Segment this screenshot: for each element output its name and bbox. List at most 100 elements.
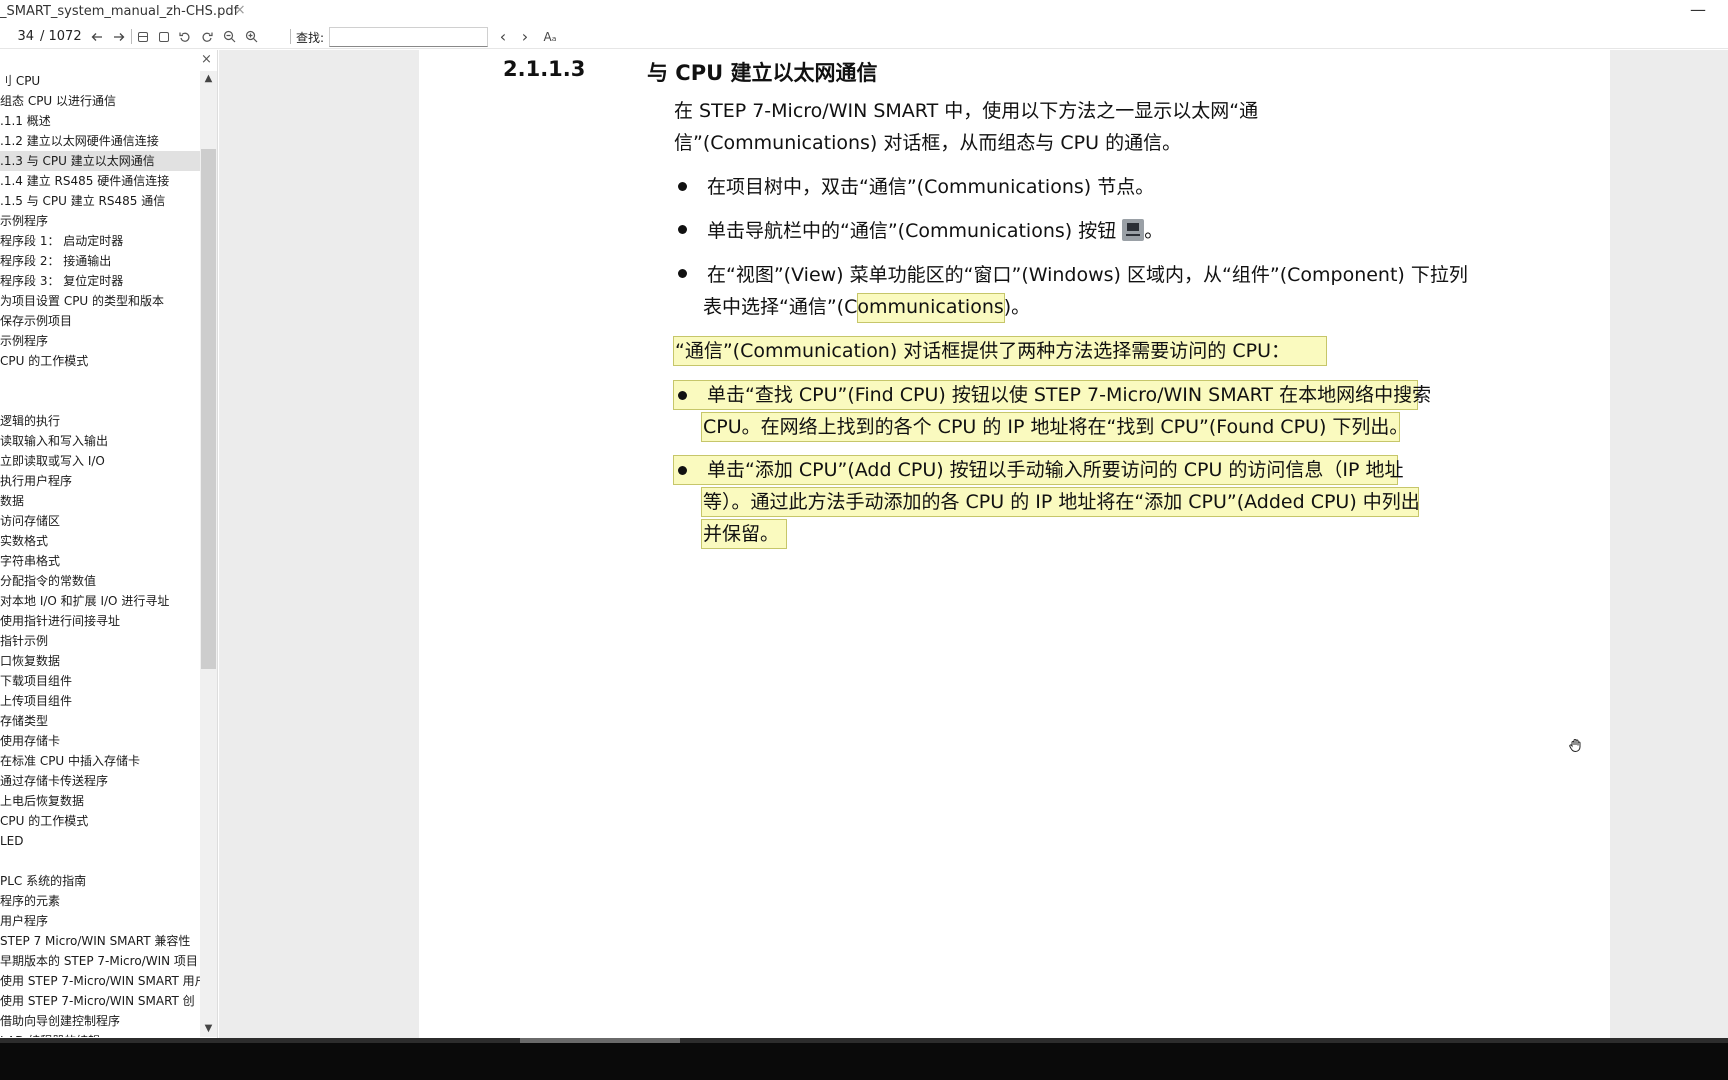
bullet-text-part: mmunications)。	[869, 296, 1031, 318]
section-heading: 与 CPU 建立以太网通信	[647, 61, 878, 85]
toc-item[interactable]: .1.5 与 CPU 建立 RS485 通信	[0, 191, 200, 211]
intro-line: 信”(Communications) 对话框，从而组态与 CPU 的通信。	[674, 132, 1182, 154]
toc-item[interactable]: 逻辑的执行	[0, 411, 200, 431]
toc-item[interactable]: LAD 编程器的编辑	[0, 1031, 200, 1037]
fit-width-button[interactable]	[134, 27, 152, 46]
toc-item[interactable]: 执行用户程序	[0, 471, 200, 491]
close-tab-icon[interactable]: ×	[234, 2, 246, 18]
toc-item[interactable]: 实数格式	[0, 531, 200, 551]
toc-item[interactable]: 口恢复数据	[0, 651, 200, 671]
document-tab-title[interactable]: _SMART_system_manual_zh-CHS.pdf	[0, 4, 238, 19]
scroll-up-icon[interactable]: ▲	[200, 71, 217, 87]
toc-spacer	[0, 391, 200, 411]
toc-item[interactable]: 用户程序	[0, 911, 200, 931]
toc-item[interactable]: 上传项目组件	[0, 691, 200, 711]
page-number-input[interactable]	[0, 27, 36, 46]
arrow-left-icon	[91, 32, 102, 41]
toc-item[interactable]: CPU 的工作模式	[0, 351, 200, 371]
back-button[interactable]	[88, 27, 106, 46]
toc-item[interactable]: .1.3 与 CPU 建立以太网通信	[0, 151, 200, 171]
find-input[interactable]	[329, 27, 488, 47]
toc-item[interactable]: 对本地 I/O 和扩展 I/O 进行寻址	[0, 591, 200, 611]
forward-button[interactable]	[110, 27, 128, 46]
bullet-text-part: 。	[1144, 220, 1164, 242]
match-case-button[interactable]: Aₐ	[540, 27, 560, 46]
toc-item[interactable]: CPU 的工作模式	[0, 811, 200, 831]
find-previous-button[interactable]: ‹	[496, 27, 510, 46]
bookmarks-sidebar: × 刂 CPU 组态 CPU 以进行通信 .1.1 概述 .1.2 建立以太网硬件通信…	[0, 50, 218, 1038]
toc-item[interactable]: 访问存储区	[0, 511, 200, 531]
toc-item[interactable]: 立即读取或写入 I/O	[0, 451, 200, 471]
toc-item[interactable]: 存储类型	[0, 711, 200, 731]
highlighted-bullet-text: 并保留。	[703, 523, 780, 545]
rotate-right-icon	[202, 32, 213, 42]
bullet-text: 单击导航栏中的“通信”(Communications) 按钮 。	[707, 218, 1163, 244]
highlighted-paragraph: “通信”(Communication) 对话框提供了两种方法选择需要访问的 CP…	[675, 340, 1290, 362]
toc-item[interactable]: 借助向导创建控制程序	[0, 1011, 200, 1031]
toc-item[interactable]: 分配指令的常数值	[0, 571, 200, 591]
minimize-icon[interactable]: —	[1690, 0, 1706, 19]
toc-item[interactable]: .1.4 建立 RS485 硬件通信连接	[0, 171, 200, 191]
toc-item[interactable]: 在标准 CPU 中插入存储卡	[0, 751, 200, 771]
toc-item[interactable]: 指针示例	[0, 631, 200, 651]
table-of-contents: 刂 CPU 组态 CPU 以进行通信 .1.1 概述 .1.2 建立以太网硬件通信连接…	[0, 71, 200, 1037]
close-sidebar-icon[interactable]: ×	[201, 52, 212, 67]
document-viewer[interactable]: 2.1.1.3 与 CPU 建立以太网通信 在 STEP 7-Micro/WIN…	[219, 50, 1728, 1038]
toc-item[interactable]: 字符串格式	[0, 551, 200, 571]
intro-line: 在 STEP 7-Micro/WIN SMART 中，使用以下方法之一显示以太网…	[674, 100, 1259, 122]
rotate-left-button[interactable]	[176, 27, 194, 46]
title-bar: _SMART_system_manual_zh-CHS.pdf × —	[0, 0, 1728, 24]
rotate-right-button[interactable]	[198, 27, 216, 46]
sidebar-scrollbar[interactable]: ▲ ▼	[200, 71, 217, 1037]
toc-item[interactable]: 程序段 3： 复位定时器	[0, 271, 200, 291]
toc-item[interactable]: .1.2 建立以太网硬件通信连接	[0, 131, 200, 151]
toc-item[interactable]: 刂 CPU	[0, 71, 200, 91]
toc-item[interactable]: 程序段 2： 接通输出	[0, 251, 200, 271]
find-next-button[interactable]: ›	[518, 27, 532, 46]
toc-item[interactable]: PLC 系统的指南	[0, 871, 200, 891]
scroll-down-icon[interactable]: ▼	[200, 1021, 217, 1037]
network-computer-icon	[1122, 219, 1145, 241]
rotate-left-icon	[179, 32, 190, 42]
bullet-text: 在“视图”(View) 菜单功能区的“窗口”(Windows) 区域内，从“组件…	[707, 264, 1468, 286]
toc-item[interactable]: 使用 STEP 7-Micro/WIN SMART 创	[0, 991, 200, 1011]
toc-item[interactable]: 示例程序	[0, 331, 200, 351]
toc-item[interactable]: 使用存储卡	[0, 731, 200, 751]
toc-spacer	[0, 371, 200, 391]
toc-item[interactable]: 示例程序	[0, 211, 200, 231]
section-number: 2.1.1.3	[503, 57, 586, 81]
bullet-text: 在项目树中，双击“通信”(Communications) 节点。	[707, 176, 1155, 198]
toolbar-separator	[290, 29, 291, 44]
toc-spacer	[0, 851, 200, 871]
fit-page-icon	[159, 31, 169, 42]
toolbar-separator	[131, 29, 132, 44]
toc-item[interactable]: 保存示例项目	[0, 311, 200, 331]
toc-item[interactable]: STEP 7 Micro/WIN SMART 兼容性	[0, 931, 200, 951]
zoom-in-button[interactable]	[242, 27, 260, 46]
sidebar-scroll-thumb[interactable]	[201, 149, 216, 669]
bullet-dot	[678, 391, 687, 400]
fit-page-button[interactable]	[155, 27, 173, 46]
find-label: 查找:	[296, 31, 325, 45]
toc-item[interactable]: 读取输入和写入输出	[0, 431, 200, 451]
toc-item[interactable]: 数据	[0, 491, 200, 511]
page-total: / 1072	[40, 29, 82, 44]
highlighted-bullet-text: CPU。在网络上找到的各个 CPU 的 IP 地址将在“找到 CPU”(Foun…	[703, 416, 1409, 438]
toc-item[interactable]: LED	[0, 831, 200, 851]
zoom-in-icon	[245, 30, 257, 43]
toc-item[interactable]: 程序段 1： 启动定时器	[0, 231, 200, 251]
toc-item[interactable]: 组态 CPU 以进行通信	[0, 91, 200, 111]
zoom-out-icon	[223, 30, 235, 43]
toc-item[interactable]: 使用指针进行间接寻址	[0, 611, 200, 631]
toc-item[interactable]: 使用 STEP 7-Micro/WIN SMART 用户	[0, 971, 200, 991]
toc-item[interactable]: 上电后恢复数据	[0, 791, 200, 811]
toc-item[interactable]: 早期版本的 STEP 7-Micro/WIN 项目	[0, 951, 200, 971]
arrow-right-icon	[114, 32, 125, 41]
toc-item[interactable]: 程序的元素	[0, 891, 200, 911]
zoom-out-button[interactable]	[220, 27, 238, 46]
toc-item[interactable]: 通过存储卡传送程序	[0, 771, 200, 791]
toc-item[interactable]: 为项目设置 CPU 的类型和版本	[0, 291, 200, 311]
toc-item[interactable]: .1.1 概述	[0, 111, 200, 131]
toc-item[interactable]: 下载项目组件	[0, 671, 200, 691]
bullet-dot	[678, 269, 687, 278]
